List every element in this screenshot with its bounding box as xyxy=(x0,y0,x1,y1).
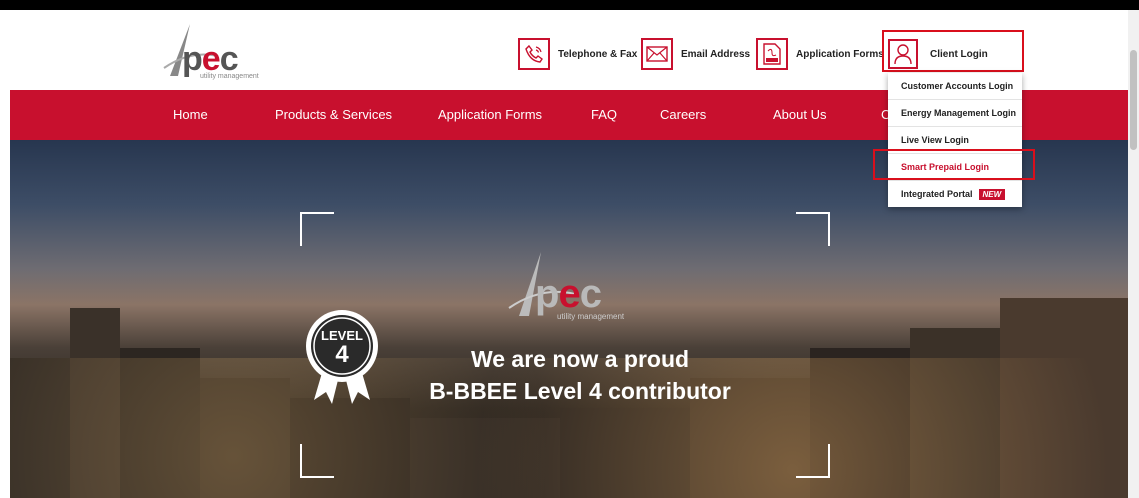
scrollbar-thumb[interactable] xyxy=(1130,50,1137,150)
nav-application-forms[interactable]: Application Forms xyxy=(438,90,542,140)
email-address-link[interactable]: Email Address xyxy=(641,36,750,72)
dropdown-integrated-portal[interactable]: Integrated Portal NEW xyxy=(888,181,1022,208)
application-forms-link[interactable]: Application Forms xyxy=(756,36,884,72)
pec-logo[interactable]: pec utility management xyxy=(160,20,260,80)
nav-about-us[interactable]: About Us xyxy=(773,90,826,140)
frame-corner xyxy=(300,444,334,478)
hero-headline: We are now a proud B-BBEE Level 4 contri… xyxy=(370,343,790,407)
frame-corner xyxy=(796,212,830,246)
dropdown-energy-management-login[interactable]: Energy Management Login xyxy=(888,100,1022,127)
hero-logo-wordmark: pec xyxy=(535,272,602,316)
pdf-icon xyxy=(756,38,788,70)
nav-home[interactable]: Home xyxy=(173,90,208,140)
logo-tagline: utility management xyxy=(200,73,259,80)
nav-careers[interactable]: Careers xyxy=(660,90,706,140)
hero-headline-line-2: B-BBEE Level 4 contributor xyxy=(429,378,731,404)
nav-faq[interactable]: FAQ xyxy=(591,90,617,140)
frame-corner xyxy=(300,212,334,246)
dropdown-customer-accounts-login[interactable]: Customer Accounts Login xyxy=(888,73,1022,100)
browser-top-bar xyxy=(0,0,1139,10)
email-address-label: Email Address xyxy=(681,48,751,60)
page-scrollbar[interactable] xyxy=(1128,10,1139,498)
new-badge: NEW xyxy=(978,189,1006,200)
client-login-highlight xyxy=(882,30,1024,72)
phone-icon xyxy=(518,38,550,70)
telephone-fax-label: Telephone & Fax xyxy=(558,48,638,60)
smart-prepaid-highlight xyxy=(873,149,1035,180)
application-forms-label: Application Forms xyxy=(796,48,884,60)
nav-products-services[interactable]: Products & Services xyxy=(275,90,392,140)
telephone-fax-link[interactable]: Telephone & Fax xyxy=(518,36,637,72)
page: pec utility management Telephone & Fax E… xyxy=(10,10,1128,498)
hero-pec-logo: pec utility management xyxy=(505,250,635,321)
hero-logo-tagline: utility management xyxy=(557,312,625,321)
integrated-portal-label: Integrated Portal xyxy=(901,189,973,199)
hero-headline-line-1: We are now a proud xyxy=(470,346,690,372)
frame-corner xyxy=(796,444,830,478)
client-login-dropdown: Customer Accounts Login Energy Managemen… xyxy=(888,73,1022,207)
envelope-icon xyxy=(641,38,673,70)
